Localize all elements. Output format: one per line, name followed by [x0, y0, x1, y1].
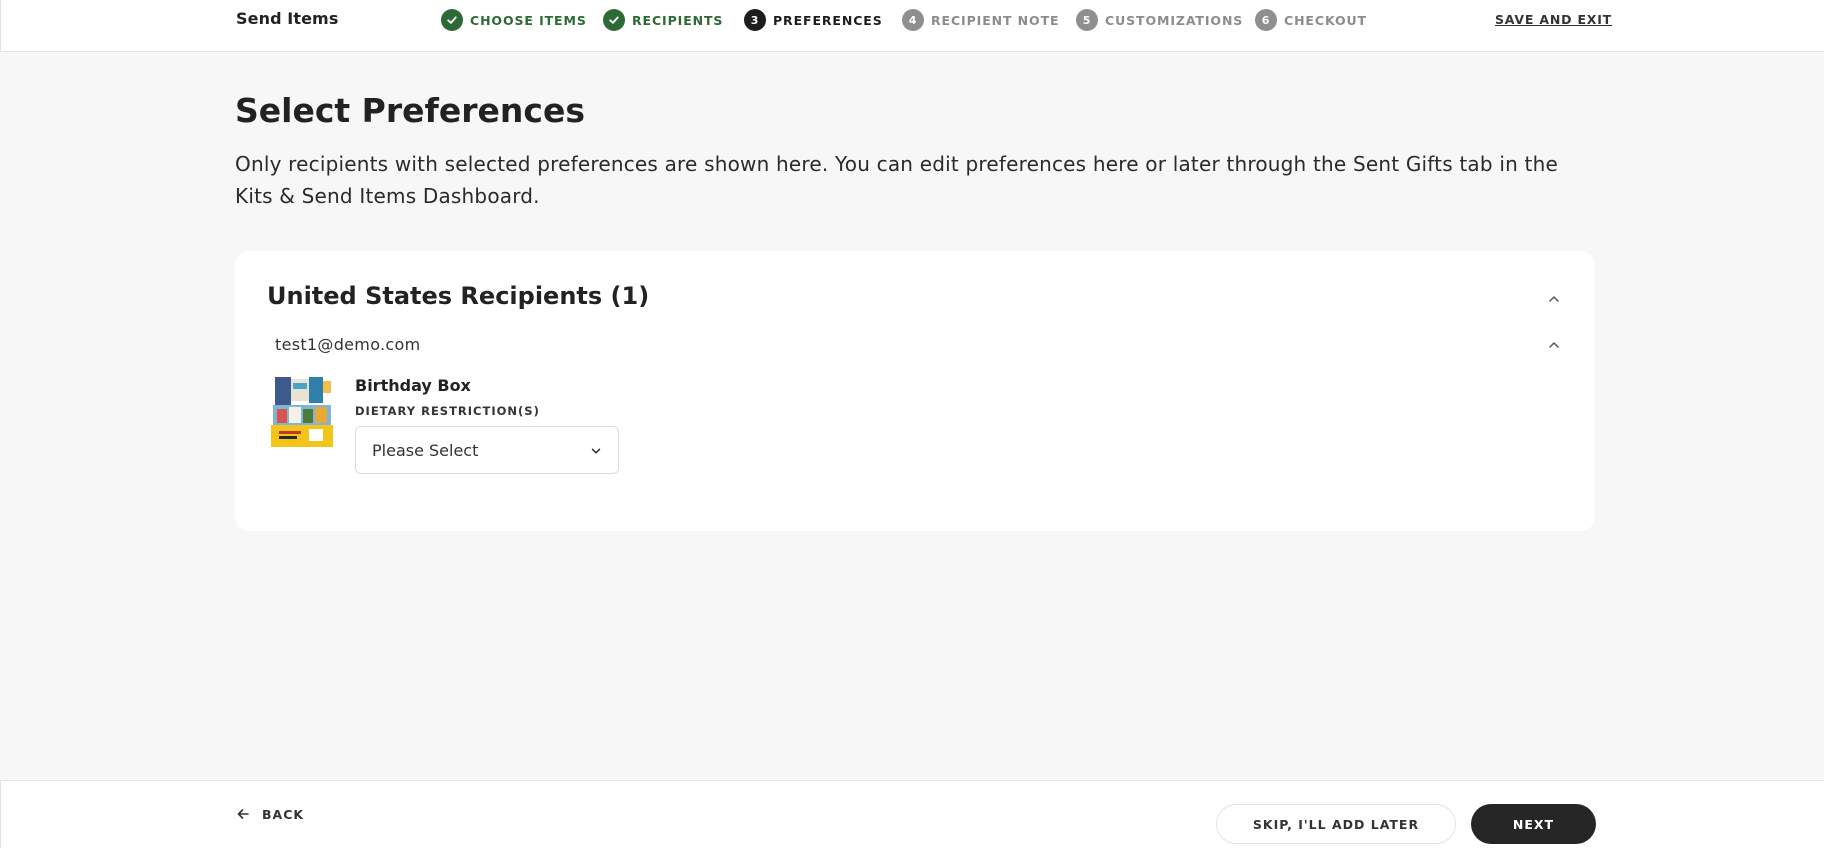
group-title: United States Recipients (1) [267, 282, 650, 310]
back-label: BACK [262, 806, 305, 822]
step-number: 6 [1255, 9, 1277, 31]
select-value: Please Select [372, 441, 479, 460]
check-icon [441, 9, 463, 31]
page-description: Only recipients with selected preference… [235, 152, 1558, 208]
step-label: RECIPIENTS [632, 12, 724, 28]
step-customizations: 5 CUSTOMIZATIONS [1076, 9, 1243, 31]
step-label: CUSTOMIZATIONS [1105, 12, 1244, 28]
step-label: CHECKOUT [1284, 12, 1367, 28]
page-title: Select Preferences [235, 91, 585, 130]
step-number: 5 [1076, 9, 1098, 31]
arrow-left-icon [237, 809, 249, 819]
save-and-exit-link[interactable]: SAVE AND EXIT [1495, 12, 1612, 27]
step-label: RECIPIENT NOTE [931, 12, 1060, 28]
step-number: 4 [902, 9, 924, 31]
chevron-down-icon [591, 448, 601, 454]
footer-bar: BACK SKIP, I'LL ADD LATER NEXT [0, 780, 1824, 848]
step-number: 3 [744, 9, 766, 31]
recipients-group-card: United States Recipients (1) test1@demo.… [235, 251, 1595, 531]
step-recipient-note: 4 RECIPIENT NOTE [902, 9, 1059, 31]
birthday-box-image [269, 375, 335, 449]
step-preferences: 3 PREFERENCES [744, 9, 883, 31]
step-recipients[interactable]: RECIPIENTS [603, 9, 723, 31]
step-label: PREFERENCES [773, 12, 883, 28]
skip-add-later-button[interactable]: SKIP, I'LL ADD LATER [1216, 804, 1456, 844]
product-name: Birthday Box [355, 376, 471, 395]
step-checkout: 6 CHECKOUT [1255, 9, 1367, 31]
next-button[interactable]: NEXT [1471, 804, 1596, 844]
back-button[interactable]: BACK [236, 804, 304, 824]
top-bar: Send Items CHOOSE ITEMS RECIPIENTS 3 PRE… [0, 0, 1824, 52]
app-title: Send Items [236, 9, 339, 28]
dietary-restrictions-label: DIETARY RESTRICTION(S) [355, 404, 540, 418]
step-choose-items[interactable]: CHOOSE ITEMS [441, 9, 587, 31]
collapse-recipient-chevron-up-icon[interactable] [1547, 337, 1561, 351]
step-label: CHOOSE ITEMS [470, 12, 587, 28]
recipient-email: test1@demo.com [275, 335, 421, 354]
check-icon [603, 9, 625, 31]
dietary-restrictions-select[interactable]: Please Select [355, 426, 619, 474]
collapse-group-chevron-up-icon[interactable] [1547, 291, 1561, 305]
